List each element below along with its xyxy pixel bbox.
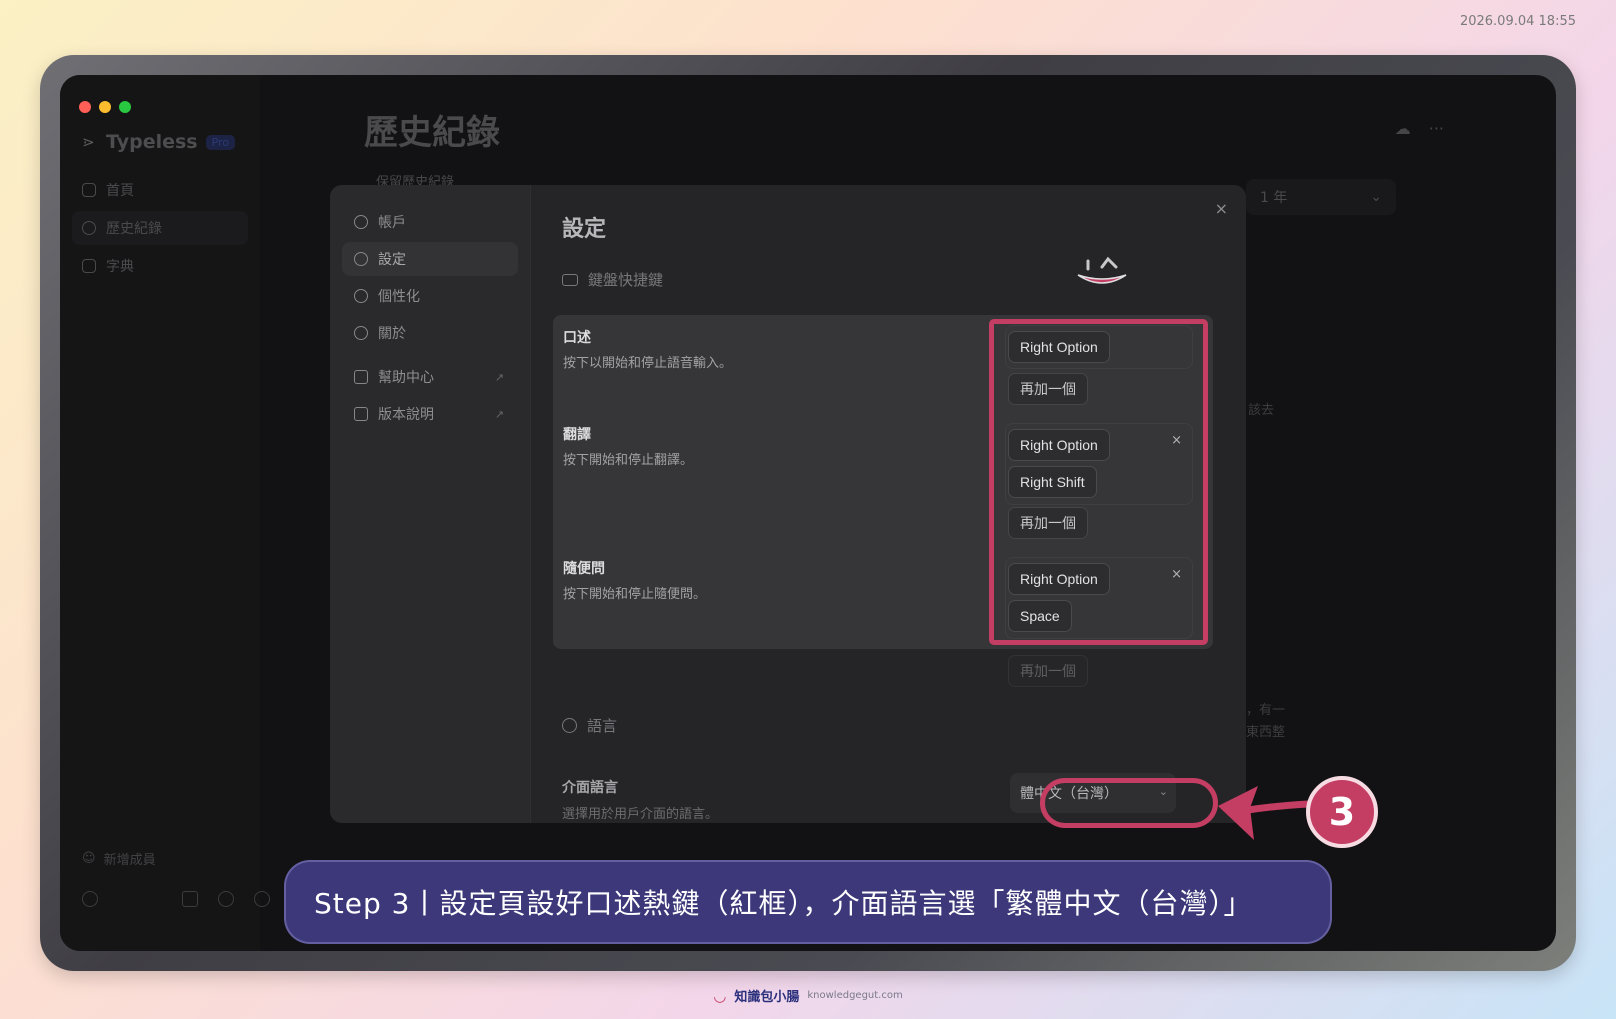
section-title: 語言	[587, 717, 618, 735]
user-plus-icon: ☺	[82, 851, 96, 866]
page-title: 歷史紀錄	[364, 113, 500, 153]
document-icon	[354, 407, 368, 421]
settings-nav-settings[interactable]: 設定	[342, 242, 518, 276]
settings-sidebar: 帳戶 設定 個性化 關於 幫助中心 ↗ 版本說明 ↗	[330, 185, 531, 823]
settings-nav-label: 版本說明	[378, 407, 434, 423]
window-controls	[79, 101, 131, 113]
nav-item-label: 首頁	[106, 183, 134, 199]
info-icon	[354, 326, 368, 340]
home-icon	[82, 183, 96, 197]
section-title: 鍵盤快捷鍵	[588, 271, 664, 289]
book-open-icon	[354, 370, 368, 384]
hotkey-desc-dictate: 按下以開始和停止語音輸入。	[563, 356, 733, 371]
chevron-down-icon: ⌄	[1370, 189, 1382, 205]
nav-item-home[interactable]: 首頁	[72, 173, 248, 207]
step-number-badge: 3	[1306, 776, 1378, 848]
gear-icon[interactable]	[218, 891, 234, 907]
hotkey-desc-translate: 按下開始和停止翻譯。	[563, 453, 694, 468]
account-icon[interactable]	[82, 891, 98, 907]
settings-nav-label: 帳戶	[378, 215, 406, 231]
keyboard-shortcuts-section: 鍵盤快捷鍵	[562, 269, 663, 290]
app-brand: ⋗ Typeless Pro	[82, 131, 236, 153]
book-icon	[82, 259, 96, 273]
footer-brand: 知識包小腸	[734, 990, 800, 1005]
mascot-icon	[1077, 256, 1127, 284]
history-text-snippet: 東西整	[1246, 725, 1286, 740]
settings-nav-label: 幫助中心	[378, 370, 434, 386]
nav-item-label: 歷史紀錄	[106, 221, 162, 237]
brand-name: Typeless	[106, 131, 198, 153]
add-another-key-button[interactable]: 再加一個	[1008, 655, 1088, 687]
mail-icon[interactable]	[182, 891, 198, 907]
add-member-label: 新增成員	[103, 853, 156, 868]
settings-nav-release-notes[interactable]: 版本說明 ↗	[342, 397, 518, 431]
external-link-icon: ↗	[494, 407, 504, 421]
keyboard-icon	[562, 273, 578, 286]
settings-nav-label: 個性化	[378, 289, 420, 305]
settings-title: 設定	[562, 217, 607, 242]
ui-language-desc: 選擇用於用戶介面的語言。	[562, 807, 719, 822]
settings-nav-label: 設定	[378, 252, 406, 268]
help-icon[interactable]	[254, 891, 270, 907]
clock-icon	[82, 221, 96, 235]
screenshot-timestamp: 2026.09.04 18:55	[1459, 14, 1576, 29]
globe-icon	[562, 718, 577, 733]
knowledgegut-logo-icon: ◡	[713, 986, 727, 1005]
hotkey-label-dictate: 口述	[563, 330, 591, 346]
hotkey-label-translate: 翻譯	[563, 427, 591, 443]
person-icon	[354, 289, 368, 303]
settings-nav-personalize[interactable]: 個性化	[342, 279, 518, 313]
nav-item-history[interactable]: 歷史紀錄	[72, 211, 248, 245]
minimize-window-button[interactable]	[99, 101, 111, 113]
close-window-button[interactable]	[79, 101, 91, 113]
retention-select[interactable]: 1 年 ⌄	[1246, 179, 1396, 215]
app-sidebar: ⋗ Typeless Pro 首頁 歷史紀錄 字典 ☺ 新增成員	[60, 75, 270, 951]
ui-language-label: 介面語言	[562, 780, 618, 796]
history-text-snippet: ，有一	[1246, 703, 1286, 718]
step-caption: Step 3丨設定頁設好口述熱鍵（紅框），介面語言選「繁體中文（台灣）」	[284, 860, 1332, 944]
plan-badge: Pro	[205, 134, 236, 150]
zoom-window-button[interactable]	[119, 101, 131, 113]
pointer-arrow-icon	[1218, 786, 1310, 840]
gear-icon	[354, 252, 368, 266]
app-nav: 首頁 歷史紀錄 字典	[72, 173, 248, 287]
footer-url: knowledgegut.com	[807, 990, 903, 1001]
language-section: 語言	[562, 715, 617, 736]
external-link-icon: ↗	[494, 370, 504, 384]
more-icon[interactable]: ···	[1429, 119, 1444, 138]
nav-item-label: 字典	[106, 259, 134, 275]
typeless-logo-icon: ⋗	[82, 133, 95, 151]
history-text-snippet: 該去	[1248, 403, 1275, 418]
cloud-icon[interactable]: ☁	[1395, 119, 1411, 138]
nav-item-dictionary[interactable]: 字典	[72, 249, 248, 283]
user-circle-icon	[354, 215, 368, 229]
language-highlight-ring	[1040, 778, 1218, 828]
footer-watermark: ◡ 知識包小腸 knowledgegut.com	[0, 986, 1616, 1006]
close-dialog-button[interactable]: ×	[1215, 199, 1228, 218]
settings-nav-about[interactable]: 關於	[342, 316, 518, 350]
hotkey-label-ask: 隨便問	[563, 561, 605, 577]
retention-value: 1 年	[1260, 190, 1288, 206]
top-toolbar: ☁ ···	[1395, 119, 1444, 138]
hotkey-highlight-box	[989, 319, 1208, 645]
settings-nav-account[interactable]: 帳戶	[342, 205, 518, 239]
settings-nav-label: 關於	[378, 326, 406, 342]
sidebar-footer-icons	[82, 891, 270, 907]
hotkey-desc-ask: 按下開始和停止隨便問。	[563, 587, 707, 602]
settings-dialog: 帳戶 設定 個性化 關於 幫助中心 ↗ 版本說明 ↗ 設定 × 鍵盤快捷鍵 口述…	[330, 185, 1246, 823]
add-member-button[interactable]: ☺ 新增成員	[82, 849, 156, 868]
settings-nav-help-center[interactable]: 幫助中心 ↗	[342, 360, 518, 394]
